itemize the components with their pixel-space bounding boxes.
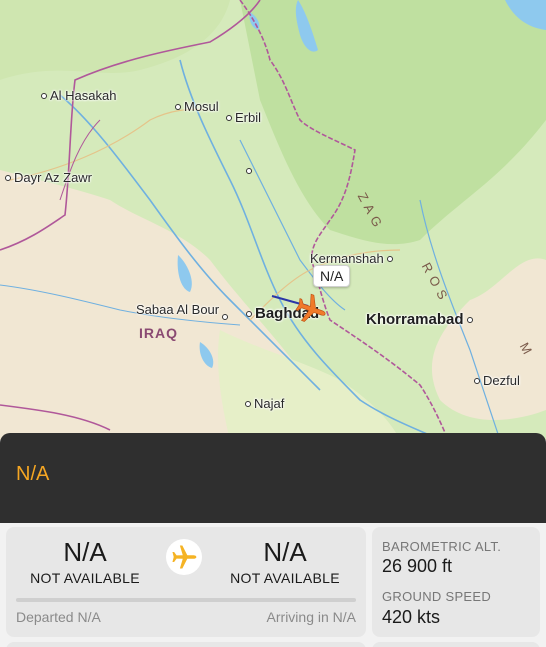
departure-code: N/A — [63, 537, 107, 567]
city-khorramabad: Khorramabad — [366, 311, 473, 328]
next-panel-left — [6, 642, 366, 647]
city-label: Najaf — [254, 396, 285, 411]
flight-map[interactable]: Al Hasakah Mosul Erbil Dayr Az Zawr Kerm… — [0, 0, 546, 440]
arrival-airport: N/A NOT AVAILABLE — [220, 537, 350, 586]
city-dot — [222, 314, 229, 320]
city-mosul: Mosul — [175, 99, 219, 114]
departure-airport: N/A NOT AVAILABLE — [20, 537, 150, 586]
city-dot — [41, 92, 47, 99]
departed-time: Departed N/A — [16, 609, 101, 625]
city-dot — [386, 255, 393, 262]
arrival-eta: Arriving in N/A — [266, 609, 356, 625]
arrival-code: N/A — [263, 537, 307, 567]
city-dot — [5, 174, 11, 181]
flight-progress-bar — [16, 598, 356, 602]
city-label: Kermanshah — [310, 251, 384, 266]
city-dot — [474, 377, 480, 384]
flight-callsign: N/A — [16, 463, 50, 485]
city-dot — [175, 103, 181, 110]
city-dot — [245, 400, 251, 407]
altitude-value: 26 900 ft — [382, 556, 453, 576]
route-panel[interactable]: N/A NOT AVAILABLE N/A NOT AVAILABLE Depa… — [6, 527, 366, 637]
country-label: IRAQ — [139, 325, 178, 341]
city-erbil: Erbil — [226, 110, 261, 125]
city-najaf: Najaf — [245, 396, 284, 411]
city-dayr-az-zawr: Dayr Az Zawr — [5, 170, 92, 185]
city-label: Khorramabad — [366, 311, 464, 328]
city-marker — [246, 168, 252, 174]
flight-callout-label[interactable]: N/A — [313, 265, 351, 287]
altitude-label: BAROMETRIC ALT. — [382, 539, 502, 554]
city-sabaa-al-bour: Sabaa Al Bour — [136, 298, 229, 320]
city-dot — [246, 310, 252, 317]
route-plane-badge — [166, 539, 202, 575]
ground-speed-label: GROUND SPEED — [382, 589, 492, 604]
city-label: Mosul — [184, 99, 219, 114]
departure-status: NOT AVAILABLE — [30, 570, 140, 586]
next-panel-right — [372, 642, 540, 647]
city-al-hasakah: Al Hasakah — [41, 88, 116, 103]
city-dot — [466, 316, 473, 323]
city-dot — [226, 114, 232, 121]
city-label: Sabaa Al Bour — [136, 301, 220, 317]
city-dot — [246, 168, 252, 174]
city-kermanshah: Kermanshah — [310, 251, 393, 266]
ground-speed-value: 420 kts — [382, 607, 441, 627]
aircraft-icon[interactable] — [294, 292, 328, 326]
map-terrain — [0, 0, 546, 440]
flight-stats-panel[interactable]: BAROMETRIC ALT. 26 900 ft GROUND SPEED 4… — [372, 527, 540, 637]
airplane-icon — [172, 545, 197, 569]
city-label: Dayr Az Zawr — [14, 170, 93, 185]
city-dezful: Dezful — [474, 373, 520, 388]
city-label: Al Hasakah — [50, 88, 117, 103]
city-label: Dezful — [483, 373, 520, 388]
flight-info-header[interactable]: N/A — [0, 433, 546, 523]
city-label: Erbil — [235, 110, 262, 125]
arrival-status: NOT AVAILABLE — [230, 570, 340, 586]
